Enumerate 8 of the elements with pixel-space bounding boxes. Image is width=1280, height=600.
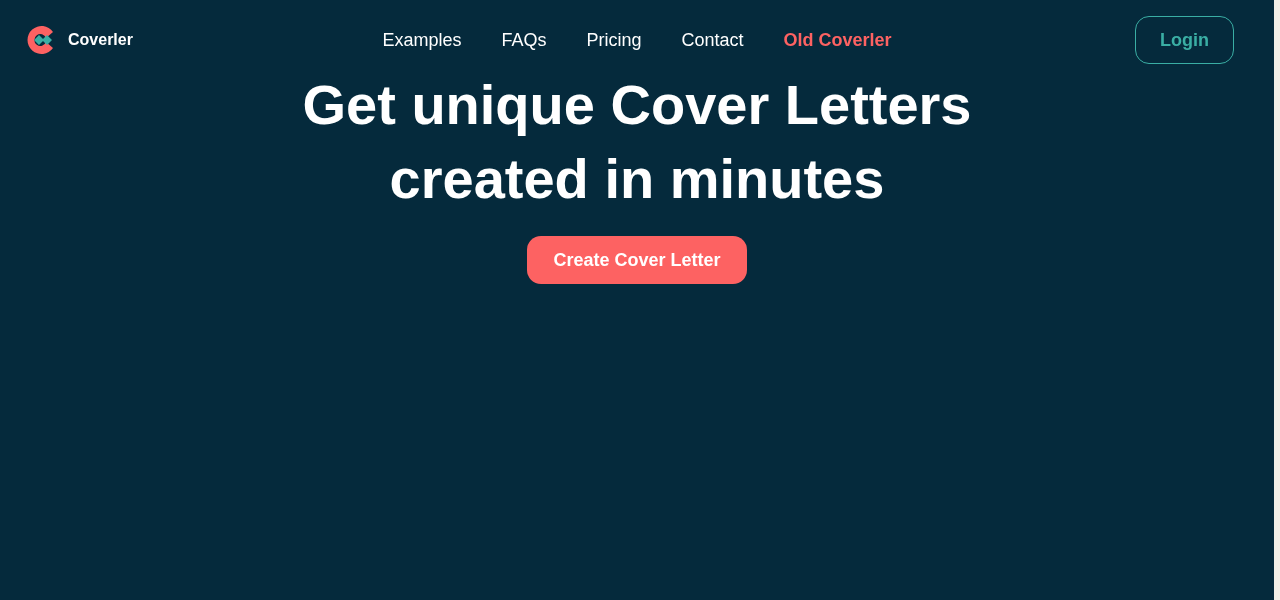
nav-link[interactable]: Examples (382, 26, 462, 54)
logo-text[interactable]: Coverler (68, 28, 133, 52)
login-button[interactable]: Login (1135, 16, 1234, 64)
nav-link[interactable]: Pricing (586, 26, 642, 54)
nav-link[interactable]: FAQs (501, 26, 547, 54)
nav-link[interactable]: Contact (681, 26, 744, 54)
nav-link[interactable]: Old Coverler (783, 26, 892, 54)
hero-title: Get unique Cover Letters created in minutes (302, 72, 972, 212)
